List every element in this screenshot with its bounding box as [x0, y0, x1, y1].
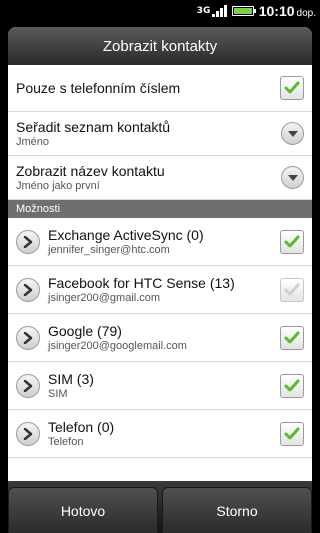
account-detail: jsinger200@gmail.com — [48, 292, 161, 304]
account-detail: Telefon — [48, 436, 84, 448]
account-name: Exchange ActiveSync (0) — [48, 227, 204, 243]
account-row-exchange[interactable]: Exchange ActiveSync (0) jennifer_singer@… — [8, 218, 312, 266]
account-checkbox[interactable] — [280, 325, 304, 350]
dialog-button-bar: Hotovo Storno — [8, 481, 312, 533]
account-name: SIM (3) — [48, 371, 94, 387]
option-display-name[interactable]: Zobrazit název kontaktu Jméno jako první — [8, 156, 312, 200]
chevron-right-icon[interactable] — [16, 229, 40, 254]
account-row-sim[interactable]: SIM (3) SIM — [8, 362, 312, 410]
status-bar: 3G 10:10 dop. — [0, 0, 320, 22]
option-phone-only[interactable]: Pouze s telefonním číslem — [8, 65, 312, 112]
account-detail: jsinger200@googlemail.com — [48, 340, 187, 352]
account-detail: SIM — [48, 388, 68, 400]
status-clock: 10:10 dop. — [258, 3, 316, 19]
chevron-down-icon[interactable] — [281, 122, 304, 145]
account-checkbox[interactable] — [280, 421, 304, 446]
check-icon — [284, 331, 300, 343]
check-icon — [284, 283, 300, 295]
check-icon — [284, 81, 300, 94]
phone-only-checkbox[interactable] — [280, 76, 304, 100]
section-header-options: Možnosti — [8, 200, 312, 218]
chevron-right-icon[interactable] — [16, 421, 40, 446]
option-value: Jméno jako první — [16, 180, 100, 192]
battery-icon — [231, 6, 256, 16]
account-name: Facebook for HTC Sense (13) — [48, 275, 235, 291]
account-checkbox-disabled — [280, 277, 304, 302]
account-detail: jennifer_singer@htc.com — [48, 244, 170, 256]
account-checkbox[interactable] — [280, 373, 304, 398]
check-icon — [284, 235, 300, 247]
chevron-right-icon[interactable] — [16, 373, 40, 398]
check-icon — [284, 379, 300, 391]
account-row-telefon[interactable]: Telefon (0) Telefon — [8, 410, 312, 458]
dialog-title: Zobrazit kontakty — [8, 27, 312, 65]
check-icon — [284, 427, 300, 439]
option-label: Seřadit seznam kontaktů — [16, 119, 171, 135]
account-row-google[interactable]: Google (79) jsinger200@googlemail.com — [8, 314, 312, 362]
contacts-dialog: Zobrazit kontakty Pouze s telefonním čís… — [8, 27, 312, 533]
network-3g-icon: 3G — [196, 6, 211, 16]
cancel-button[interactable]: Storno — [162, 487, 312, 533]
option-value: Jméno — [16, 136, 50, 148]
option-label: Pouze s telefonním číslem — [16, 80, 181, 96]
option-sort-contacts[interactable]: Seřadit seznam kontaktů Jméno — [8, 112, 312, 156]
done-button[interactable]: Hotovo — [8, 487, 158, 533]
chevron-down-icon[interactable] — [281, 166, 304, 189]
account-name: Telefon (0) — [48, 419, 115, 435]
account-name: Google (79) — [48, 323, 122, 339]
account-checkbox[interactable] — [280, 229, 304, 254]
chevron-right-icon[interactable] — [16, 325, 40, 350]
signal-icon — [211, 5, 227, 17]
option-label: Zobrazit název kontaktu — [16, 163, 165, 179]
chevron-right-icon[interactable] — [16, 277, 40, 302]
account-row-facebook[interactable]: Facebook for HTC Sense (13) jsinger200@g… — [8, 266, 312, 314]
